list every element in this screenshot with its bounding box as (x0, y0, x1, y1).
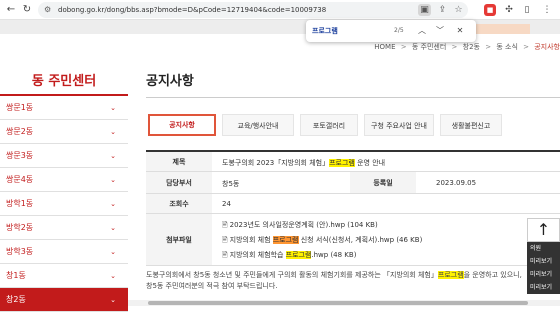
dept-label: 담당부서 (146, 172, 212, 193)
search-highlight-current: 프로그램 (272, 236, 299, 244)
chevron-down-icon: ⌄ (110, 296, 116, 304)
browser-toolbar: ← ↻ ⚙ dobong.go.kr/dong/bbs.asp?bmode=D&… (0, 0, 560, 20)
chevron-down-icon: ⌄ (110, 248, 116, 256)
date-label: 등록일 (350, 172, 416, 193)
quick-link[interactable]: 미리보기 (527, 281, 560, 294)
find-prev-icon[interactable]: ︿ (416, 25, 428, 37)
find-count: 2/5 (394, 27, 404, 34)
dept-value: 창5동 (222, 180, 240, 188)
breadcrumb-item[interactable]: 동 주민센터 (412, 43, 446, 51)
post-info-table: 제목 도봉구의회 2023「지방의회 체험」프로그램 운영 안내 담당부서 창5… (146, 150, 560, 266)
file-icon: 🖹 (222, 236, 228, 244)
chevron-down-icon: ⌄ (110, 224, 116, 232)
search-highlight: 프로그램 (285, 251, 312, 259)
find-bar: 프로그램 2/5 ︿ ﹀ ✕ (306, 20, 476, 42)
views-label: 조회수 (146, 194, 212, 213)
tab-complaint[interactable]: 생활불편신고 (440, 114, 502, 136)
body-line: 창5동 주민여러분의 적극 참여 부탁드립니다. (146, 282, 278, 290)
sidebar-item[interactable]: 쌍문4동 ⌄ (0, 168, 128, 192)
sidebar-item[interactable]: 창1동 ⌄ (0, 264, 128, 288)
views-value: 24 (222, 200, 231, 208)
search-highlight: 프로그램 (437, 271, 464, 279)
find-close-icon[interactable]: ✕ (454, 25, 466, 37)
site-info-icon[interactable]: ⚙ (44, 5, 51, 15)
date-value: 2023.09.05 (436, 179, 477, 187)
chevron-down-icon: ⌄ (110, 176, 116, 184)
row-dept: 담당부서 창5동 등록일 2023.09.05 (146, 172, 560, 194)
extensions-puzzle-icon[interactable]: ✣ (502, 3, 516, 17)
find-input[interactable]: 프로그램 (312, 26, 338, 36)
breadcrumb-current[interactable]: 공지사항 (534, 43, 560, 51)
sidebar-item[interactable]: 쌍문2동 ⌄ (0, 120, 128, 144)
back-icon[interactable]: ← (4, 3, 18, 17)
file-icon: 🖹 (222, 251, 228, 259)
sidebar-item[interactable]: 쌍문3동 ⌄ (0, 144, 128, 168)
address-bar[interactable]: ⚙ dobong.go.kr/dong/bbs.asp?bmode=D&pCod… (38, 2, 468, 18)
sidebar-item[interactable]: 방학2동 ⌄ (0, 216, 128, 240)
row-views: 조회수 24 (146, 194, 560, 214)
body-line: 도봉구의회에서 창5동 청소년 및 주민들에게 구의회 활동의 체험기회를 제공… (146, 271, 522, 279)
page-icon[interactable]: ▣ (418, 4, 431, 16)
tab-projects[interactable]: 구청 주요사업 안내 (364, 114, 434, 136)
chevron-down-icon: ⌄ (110, 152, 116, 160)
extension-icon[interactable]: ■ (484, 4, 496, 16)
menu-icon[interactable]: ⋮ (540, 3, 554, 17)
attachment-link[interactable]: 🖹 지방의회 체험 프로그램 신청 서식(신청서, 계획서).hwp (46 KB… (222, 235, 422, 247)
horizontal-scrollbar[interactable] (128, 300, 560, 306)
scroll-to-top-icon[interactable]: ↑ (527, 218, 560, 242)
sidebar-item[interactable]: 방학3동 ⌄ (0, 240, 128, 264)
chevron-down-icon: ⌄ (110, 128, 116, 136)
side-panel-icon[interactable]: ▯ (520, 3, 534, 17)
url-text[interactable]: dobong.go.kr/dong/bbs.asp?bmode=D&pCode=… (58, 5, 326, 15)
sidebar-title: 동 주민센터 (31, 74, 97, 89)
chevron-down-icon: ⌄ (110, 272, 116, 280)
share-icon[interactable]: ⇪ (436, 4, 449, 16)
site-header-strip (0, 20, 560, 34)
tab-photo[interactable]: 포토갤러리 (300, 114, 358, 136)
attachment-link[interactable]: 🖹 2023년도 의사일정운영계획 (안).hwp (104 KB) (222, 220, 378, 232)
row-subject: 제목 도봉구의회 2023「지방의회 체험」프로그램 운영 안내 (146, 152, 560, 172)
subject-label: 제목 (146, 152, 212, 171)
quick-link[interactable]: 미리보기 (527, 268, 560, 281)
reload-icon[interactable]: ↻ (20, 3, 34, 17)
sidebar-item[interactable]: 쌍문1동 ⌄ (0, 96, 128, 120)
title-divider (146, 97, 560, 98)
quick-link[interactable]: 의원 (527, 242, 560, 255)
tab-notice[interactable]: 공지사항 (148, 114, 216, 136)
quick-link[interactable]: 미리보기 (527, 255, 560, 268)
attachment-link[interactable]: 🖹 지방의회 체험학습 프로그램.hwp (48 KB) (222, 250, 356, 262)
star-icon[interactable]: ☆ (452, 4, 465, 16)
breadcrumb-home[interactable]: HOME (374, 43, 395, 51)
breadcrumb-item[interactable]: 창2동 (463, 43, 480, 51)
tab-education[interactable]: 교육/행사안내 (222, 114, 294, 136)
page-title: 공지사항 (146, 74, 194, 89)
sidebar-item[interactable]: 방학1동 ⌄ (0, 192, 128, 216)
subject-value: 도봉구의회 2023「지방의회 체험」프로그램 운영 안내 (222, 159, 386, 167)
row-files: 첨부파일 🖹 2023년도 의사일정운영계획 (안).hwp (104 KB) 🖹… (146, 214, 560, 266)
file-icon: 🖹 (222, 221, 228, 229)
scrollbar-thumb[interactable] (148, 301, 528, 305)
breadcrumb-item[interactable]: 동 소식 (496, 43, 518, 51)
chevron-down-icon: ⌄ (110, 200, 116, 208)
search-highlight: 프로그램 (329, 159, 355, 167)
chevron-down-icon: ⌄ (110, 104, 116, 112)
files-label: 첨부파일 (146, 214, 212, 265)
sidebar-item-active[interactable]: 창2동 ⌄ (0, 288, 128, 312)
post-body: 도봉구의회에서 창5동 청소년 및 주민들에게 구의회 활동의 체험기회를 제공… (146, 270, 526, 292)
find-next-icon[interactable]: ﹀ (434, 25, 446, 37)
breadcrumb: HOME > 동 주민센터 > 창2동 > 동 소식 > 공지사항 (374, 43, 560, 51)
